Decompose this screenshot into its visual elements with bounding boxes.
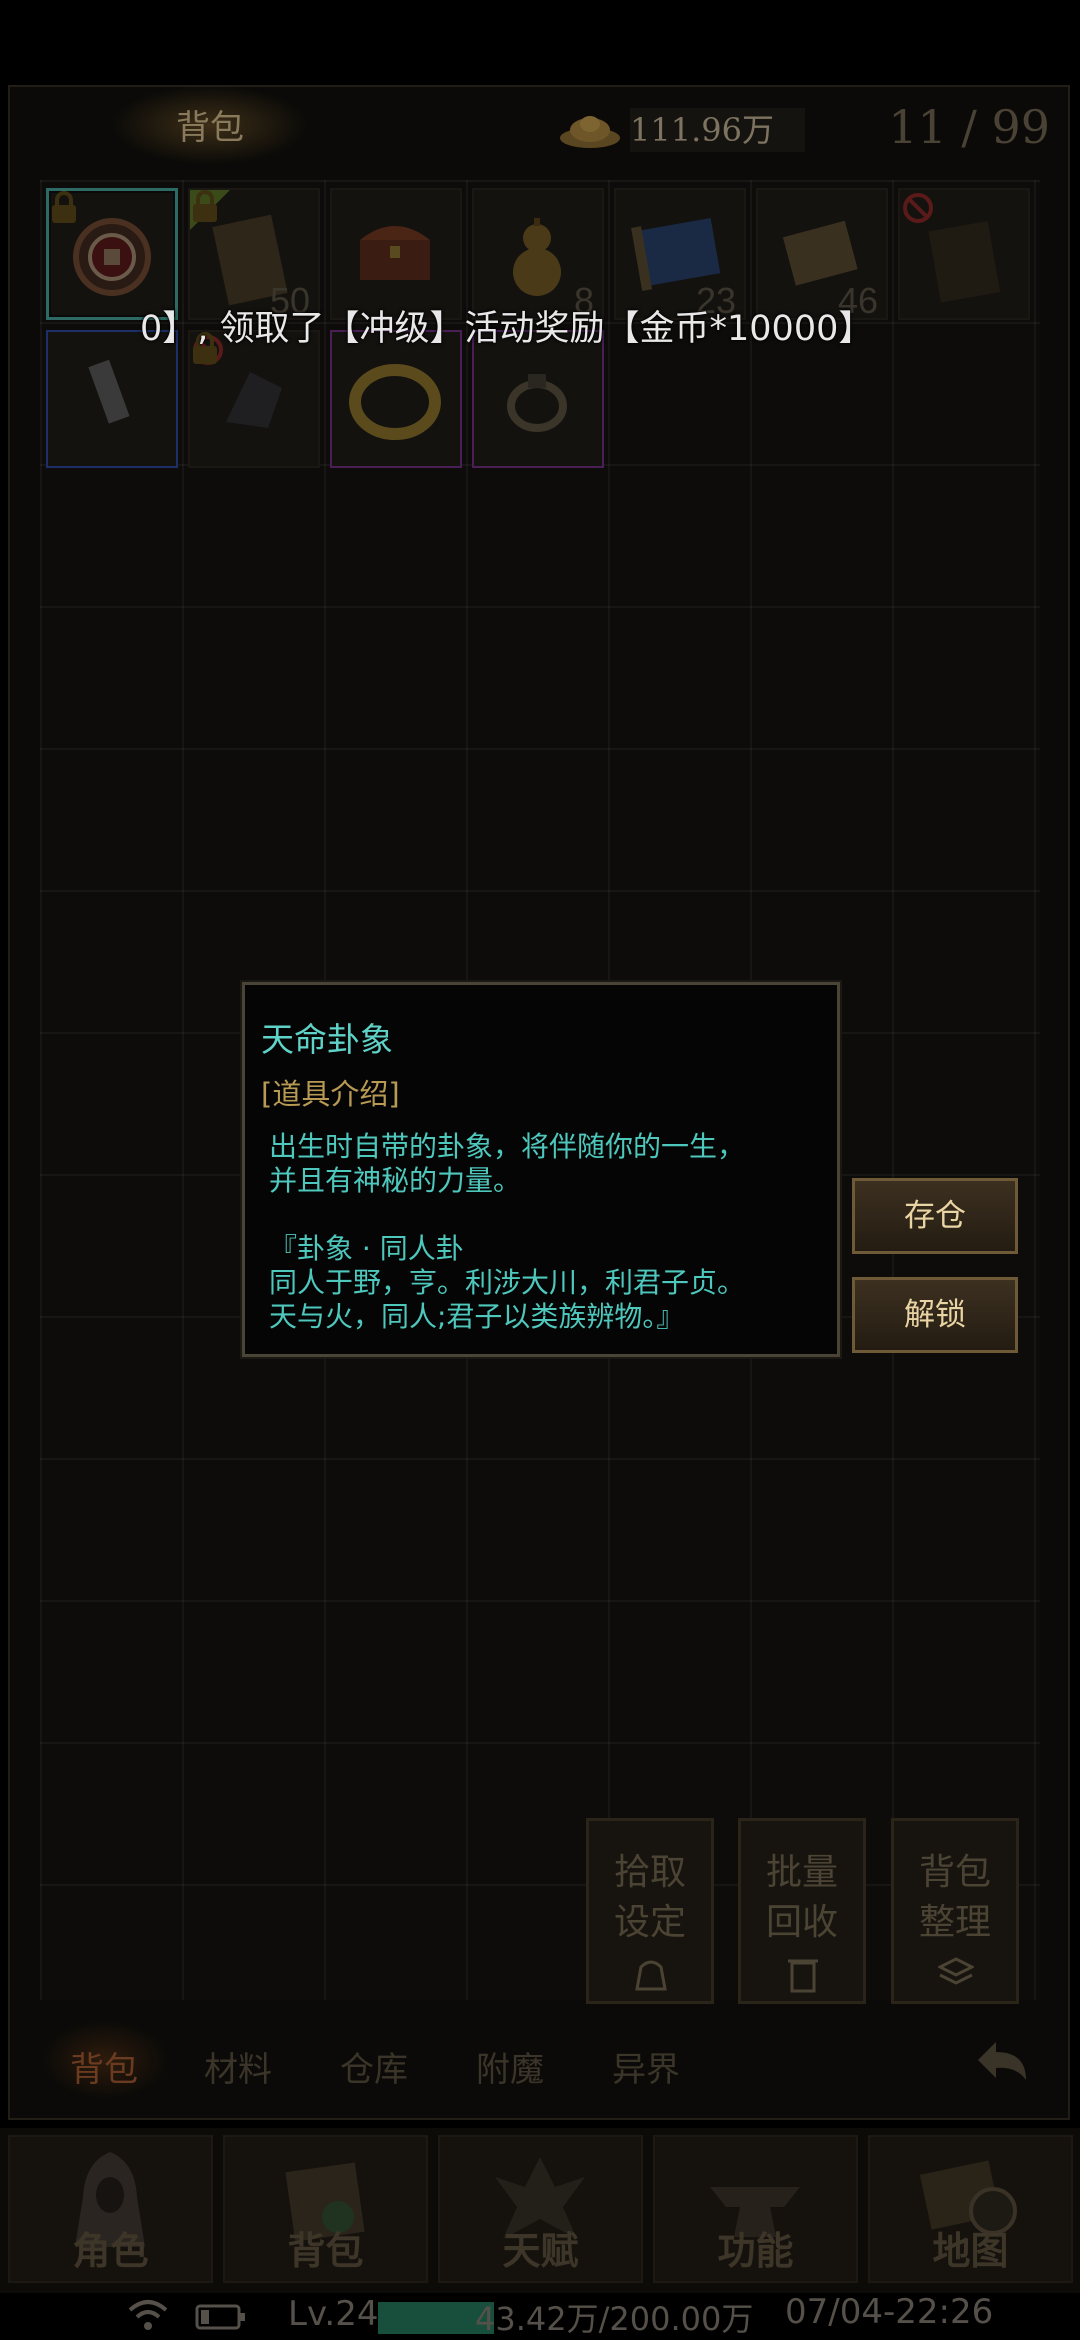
lock-icon	[193, 190, 217, 222]
system-broadcast: 0】, 领取了【冲级】活动奖励【金币*10000】	[140, 309, 874, 349]
unlock-button[interactable]: 解锁	[852, 1277, 1018, 1353]
nav-label: 背包	[287, 2228, 364, 2273]
tab-bag[interactable]: 背包	[70, 2042, 138, 2091]
store-button[interactable]: 存仓	[852, 1178, 1018, 1254]
item-name: 天命卦象	[261, 1020, 393, 1059]
nav-function[interactable]: 功能	[653, 2135, 858, 2283]
item-tooltip: 天命卦象 [道具介绍] 出生时自带的卦象，将伴随你的一生， 并且有神秘的力量。 …	[242, 982, 840, 1357]
battery-icon	[195, 2304, 245, 2330]
exp-text: 43.42万/200.00万	[475, 2300, 754, 2338]
hexagram-text: 天与火，同人;君子以类族辨物。』	[269, 1300, 685, 1333]
page-title: 背包	[176, 108, 244, 148]
forbidden-icon	[903, 193, 933, 223]
bag-icon	[635, 1960, 667, 1991]
clock: 07/04-22:26	[785, 2292, 994, 2332]
wifi-icon	[128, 2300, 168, 2330]
gold-pile-icon	[560, 116, 620, 148]
nav-talent[interactable]: 天赋	[438, 2135, 643, 2283]
tab-warehouse[interactable]: 仓库	[340, 2042, 408, 2091]
trash-icon	[788, 1959, 818, 1993]
button-label: 拾取	[613, 1852, 686, 1893]
gold-amount: 111.96万	[630, 108, 805, 152]
sort-bag-button[interactable]: 背包 整理	[891, 1818, 1019, 2004]
nav-label: 天赋	[502, 2228, 579, 2273]
nav-label: 角色	[72, 2228, 149, 2273]
nav-map[interactable]: 地图	[868, 2135, 1073, 2283]
layers-icon	[938, 1957, 974, 1985]
chest-icon	[360, 226, 430, 280]
lock-icon	[52, 191, 76, 223]
back-arrow-icon[interactable]	[970, 2036, 1034, 2096]
nav-bag[interactable]: 背包	[223, 2135, 428, 2283]
bag-capacity: 11 / 99	[888, 100, 1050, 154]
item-description: 并且有神秘的力量。	[269, 1164, 522, 1197]
nav-label: 功能	[717, 2228, 794, 2273]
button-label: 整理	[918, 1902, 991, 1943]
button-label: 设定	[613, 1902, 686, 1943]
pickup-settings-button[interactable]: 拾取 设定	[586, 1818, 714, 2004]
tab-otherworld[interactable]: 异界	[612, 2042, 680, 2091]
button-label: 批量	[765, 1852, 838, 1893]
nav-label: 地图	[932, 2228, 1009, 2273]
batch-recycle-button[interactable]: 批量 回收	[738, 1818, 866, 2004]
button-label: 回收	[765, 1902, 838, 1943]
nav-character[interactable]: 角色	[8, 2135, 213, 2283]
section-label: [道具介绍]	[261, 1077, 400, 1111]
tab-materials[interactable]: 材料	[204, 2042, 272, 2091]
button-label: 背包	[918, 1852, 991, 1893]
player-level: Lv.24	[288, 2294, 379, 2334]
tab-enchant[interactable]: 附魔	[476, 2042, 544, 2091]
